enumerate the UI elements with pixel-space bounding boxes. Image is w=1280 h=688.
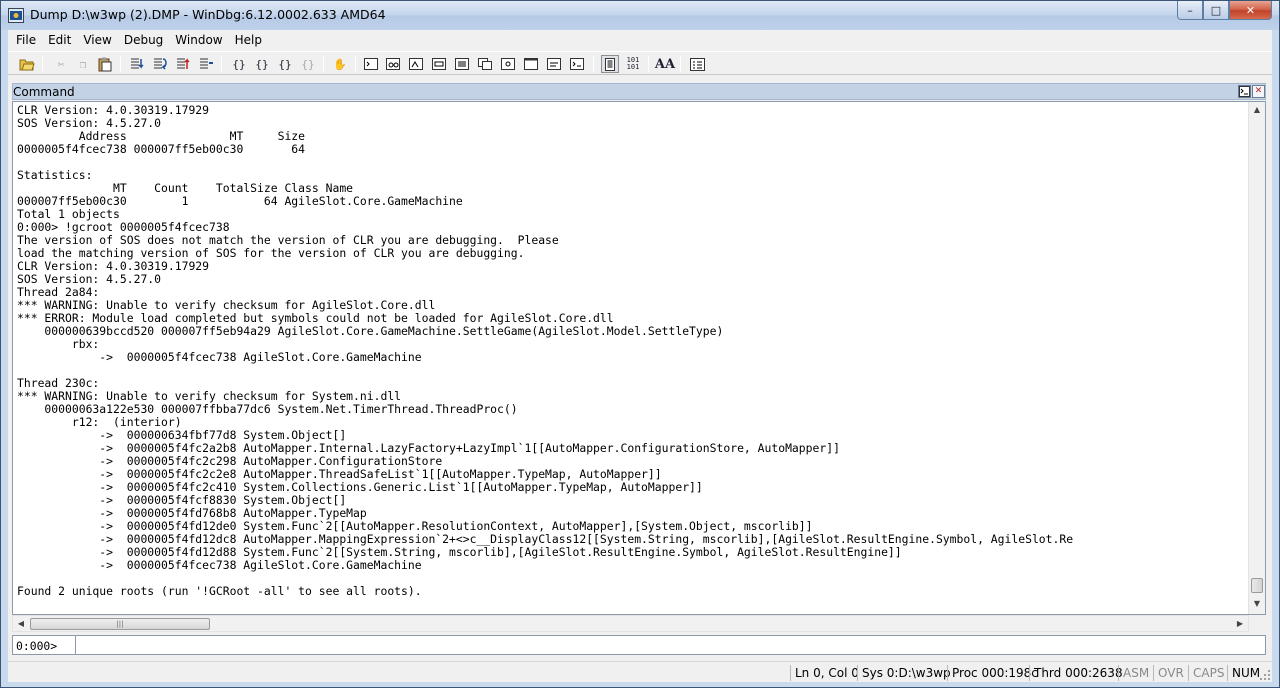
copy-icon[interactable]: ❐ bbox=[74, 55, 92, 73]
menu-help[interactable]: Help bbox=[229, 30, 268, 50]
command-input[interactable] bbox=[77, 637, 1263, 653]
toolbar-separator bbox=[355, 56, 356, 72]
open-icon[interactable] bbox=[18, 55, 36, 73]
step-out-icon[interactable] bbox=[174, 55, 192, 73]
scratch-pad-icon[interactable] bbox=[522, 55, 540, 73]
source-mode-toggle-icon[interactable] bbox=[601, 55, 619, 73]
toolbar: ✂ ❐ {} {} {} {} ✋ 101 101 AA bbox=[8, 51, 1272, 75]
run-to-cursor-icon[interactable] bbox=[197, 55, 215, 73]
toolbar-separator bbox=[42, 56, 43, 72]
menu-view[interactable]: View bbox=[77, 30, 117, 50]
output-line: Found 2 unique roots (run '!GCRoot -all'… bbox=[17, 584, 422, 598]
minimize-button[interactable]: – bbox=[1177, 1, 1203, 20]
options-icon[interactable] bbox=[688, 55, 706, 73]
status-sys: Sys 0:D:\w3wp bbox=[857, 665, 955, 681]
resize-grip-icon[interactable] bbox=[1259, 669, 1271, 681]
prompt-divider bbox=[75, 636, 76, 654]
paste-icon[interactable] bbox=[96, 55, 114, 73]
hand-icon[interactable]: ✋ bbox=[331, 55, 349, 73]
command-pane-menu-icon[interactable] bbox=[1238, 85, 1251, 98]
status-position: Ln 0, Col 0 bbox=[790, 665, 863, 681]
output-line: 0000005f4fcec738 000007ff5eb00c30 64 bbox=[17, 142, 306, 156]
horizontal-scroll-thumb[interactable]: ||| bbox=[30, 618, 210, 630]
command-output-text: CLR Version: 4.0.30319.17929 SOS Version:… bbox=[17, 104, 1073, 598]
registers-icon[interactable] bbox=[430, 55, 448, 73]
command-window-icon[interactable] bbox=[362, 55, 380, 73]
scroll-down-icon[interactable]: ▼ bbox=[1249, 596, 1265, 612]
command-pane-close-icon[interactable]: ✕ bbox=[1252, 85, 1265, 98]
close-button[interactable]: ✕ bbox=[1229, 1, 1272, 20]
command-prompt: 0:000> bbox=[16, 639, 58, 653]
menu-bar: File Edit View Debug Window Help bbox=[8, 30, 1272, 50]
status-caps: CAPS bbox=[1188, 665, 1228, 681]
output-line: -> 0000005f4fcec738 AgileSlot.Core.GameM… bbox=[17, 558, 422, 572]
hex-mode-icon[interactable]: 101 101 bbox=[624, 55, 642, 73]
command-output[interactable]: CLR Version: 4.0.30319.17929 SOS Version:… bbox=[12, 101, 1266, 615]
font-icon[interactable]: AA bbox=[655, 55, 675, 73]
locals-icon[interactable] bbox=[407, 55, 425, 73]
vertical-scroll-thumb[interactable] bbox=[1251, 578, 1263, 593]
output-line: CLR Version: 4.0.30319.17929 bbox=[17, 103, 210, 117]
braces-4-icon[interactable]: {} bbox=[299, 55, 317, 73]
status-ovr: OVR bbox=[1153, 665, 1188, 681]
output-line: -> 0000005f4fcec738 AgileSlot.Core.GameM… bbox=[17, 350, 422, 364]
braces-1-icon[interactable]: {} bbox=[230, 55, 248, 73]
status-bar: Ln 0, Col 0 Sys 0:D:\w3wp Proc 000:198c … bbox=[8, 661, 1272, 682]
toolbar-separator bbox=[323, 56, 324, 72]
step-over-icon[interactable] bbox=[151, 55, 169, 73]
status-asm: ASM bbox=[1118, 665, 1153, 681]
menu-file[interactable]: File bbox=[8, 30, 42, 50]
menu-window[interactable]: Window bbox=[169, 30, 228, 50]
output-line: CLR Version: 4.0.30319.17929 bbox=[17, 259, 210, 273]
status-thread: Thrd 000:2638 bbox=[1029, 665, 1127, 681]
title-bar[interactable]: Dump D:\w3wp (2).DMP - WinDbg:6.12.0002.… bbox=[1, 1, 1279, 30]
memory-icon[interactable] bbox=[453, 55, 471, 73]
client-area: File Edit View Debug Window Help ✂ ❐ {} … bbox=[8, 30, 1272, 682]
processes-icon[interactable] bbox=[545, 55, 563, 73]
toolbar-separator bbox=[221, 56, 222, 72]
step-into-icon[interactable] bbox=[128, 55, 146, 73]
toolbar-separator bbox=[593, 56, 594, 72]
source-mode-icon[interactable] bbox=[568, 55, 586, 73]
toolbar-separator bbox=[648, 56, 649, 72]
window-title: Dump D:\w3wp (2).DMP - WinDbg:6.12.0002.… bbox=[30, 7, 386, 22]
maximize-button[interactable]: □ bbox=[1203, 1, 1229, 20]
cut-icon[interactable]: ✂ bbox=[52, 55, 70, 73]
status-proc: Proc 000:198c bbox=[947, 665, 1042, 681]
command-pane-header: Command ✕ bbox=[12, 83, 1266, 100]
call-stack-icon[interactable] bbox=[476, 55, 494, 73]
output-vertical-scrollbar[interactable]: ▲ ▼ bbox=[1248, 102, 1265, 614]
braces-2-icon[interactable]: {} bbox=[253, 55, 271, 73]
windbg-window: Dump D:\w3wp (2).DMP - WinDbg:6.12.0002.… bbox=[0, 0, 1280, 688]
window-controls: – □ ✕ bbox=[1177, 1, 1272, 20]
scroll-up-icon[interactable]: ▲ bbox=[1249, 102, 1265, 118]
windbg-app-icon bbox=[8, 8, 24, 23]
toolbar-separator bbox=[680, 56, 681, 72]
output-line: 000000639bccd520 000007ff5eb94a29 AgileS… bbox=[17, 324, 724, 338]
toolbar-separator bbox=[120, 56, 121, 72]
watch-icon[interactable] bbox=[384, 55, 402, 73]
command-pane-title: Command bbox=[13, 85, 75, 99]
menu-edit[interactable]: Edit bbox=[42, 30, 77, 50]
output-line: 000007ff5eb00c30 1 64 AgileSlot.Core.Gam… bbox=[17, 194, 463, 208]
disassembly-icon[interactable] bbox=[499, 55, 517, 73]
menu-debug[interactable]: Debug bbox=[118, 30, 169, 50]
braces-3-icon[interactable]: {} bbox=[276, 55, 294, 73]
output-line: SOS Version: 4.5.27.0 bbox=[17, 272, 162, 286]
output-horizontal-scrollbar[interactable]: ◀ ||| ▶ bbox=[12, 615, 1249, 632]
scroll-left-icon[interactable]: ◀ bbox=[13, 616, 29, 632]
command-input-row: 0:000> bbox=[12, 635, 1266, 655]
scroll-right-icon[interactable]: ▶ bbox=[1232, 616, 1248, 632]
